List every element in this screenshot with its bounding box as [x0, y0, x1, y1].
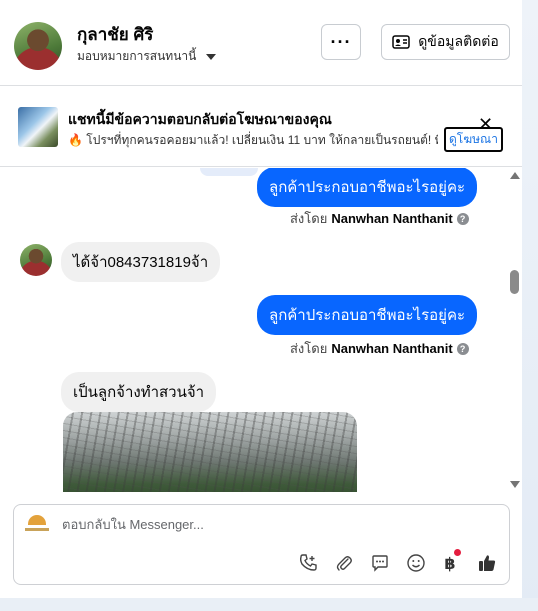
- reply-input[interactable]: [62, 517, 482, 532]
- caret-down-icon: [206, 53, 217, 60]
- scroll-up-arrow[interactable]: [510, 172, 520, 179]
- sent-by-prefix: ส่งโดย: [290, 341, 328, 356]
- chat-bubble-icon[interactable]: [368, 551, 392, 575]
- conversation-header: กุลาชัย ศิริ มอบหมายการสนทนานี้ ··· ดูข้…: [0, 0, 522, 86]
- ad-thumbnail[interactable]: [18, 107, 58, 147]
- scroll-down-arrow[interactable]: [510, 481, 520, 488]
- sent-by-label: ส่งโดย Nanwhan Nanthanit ?: [290, 208, 469, 229]
- sent-by-label: ส่งโดย Nanwhan Nanthanit ?: [290, 338, 469, 359]
- incoming-photo-attachment[interactable]: [63, 412, 357, 492]
- notification-dot: [454, 549, 461, 556]
- assign-label: มอบหมายการสนทนานี้: [77, 49, 197, 63]
- reply-composer: ฿: [13, 504, 510, 585]
- baht-icon[interactable]: ฿: [438, 549, 462, 575]
- chat-panel: กุลาชัย ศิริ มอบหมายการสนทนานี้ ··· ดูข้…: [0, 0, 522, 598]
- view-contact-button[interactable]: ดูข้อมูลติดต่อ: [381, 24, 510, 60]
- sent-by-prefix: ส่งโดย: [290, 211, 328, 226]
- ad-banner-title: แชทนี้มีข้อความตอบกลับต่อโฆษณาของคุณ: [68, 111, 332, 127]
- page-logo: [24, 515, 50, 537]
- sender-avatar[interactable]: [20, 244, 52, 276]
- contact-name[interactable]: กุลาชัย ศิริ: [77, 21, 153, 48]
- message-thread[interactable]: ลูกค้าประกอบอาชีพอะไรอยู่คะ ส่งโดย Nanwh…: [0, 168, 522, 492]
- assign-conversation-dropdown[interactable]: มอบหมายการสนทนานี้: [77, 47, 217, 66]
- sender-name: Nanwhan Nanthanit: [331, 341, 453, 356]
- close-icon[interactable]: ✕: [478, 115, 493, 133]
- phone-plus-icon[interactable]: [296, 551, 320, 575]
- incoming-message-bubble[interactable]: เป็นลูกจ้างทำสวนจ้า: [61, 372, 217, 412]
- ad-reply-banner: แชทนี้มีข้อความตอบกลับต่อโฆษณาของคุณ 🔥 โ…: [0, 87, 522, 167]
- previous-message-fragment: [200, 168, 258, 176]
- info-icon[interactable]: ?: [456, 212, 469, 225]
- contact-card-icon: [392, 35, 410, 49]
- ad-banner-description: 🔥 โปรฯที่ทุกคนรอคอยมาแล้ว! เปลี่ยนเงิน 1…: [68, 133, 438, 147]
- sender-name: Nanwhan Nanthanit: [331, 211, 453, 226]
- outgoing-message-bubble[interactable]: ลูกค้าประกอบอาชีพอะไรอยู่คะ: [257, 168, 478, 207]
- contact-avatar[interactable]: [14, 22, 62, 70]
- scrollbar-thumb[interactable]: [510, 270, 519, 294]
- view-ad-link[interactable]: ดูโฆษณา: [444, 127, 503, 152]
- view-contact-label: ดูข้อมูลติดต่อ: [418, 33, 499, 49]
- incoming-message-bubble[interactable]: ได้จ้า0843731819จ้า: [61, 242, 221, 282]
- paperclip-icon[interactable]: [332, 551, 356, 575]
- emoji-icon[interactable]: [404, 551, 428, 575]
- info-icon[interactable]: ?: [456, 342, 469, 355]
- window-edge: [522, 0, 538, 611]
- window-edge-bottom: [0, 598, 538, 611]
- outgoing-message-bubble[interactable]: ลูกค้าประกอบอาชีพอะไรอยู่คะ: [257, 295, 478, 335]
- more-options-button[interactable]: ···: [321, 24, 361, 60]
- thumbs-up-icon[interactable]: [475, 551, 499, 575]
- baht-symbol: ฿: [444, 553, 456, 573]
